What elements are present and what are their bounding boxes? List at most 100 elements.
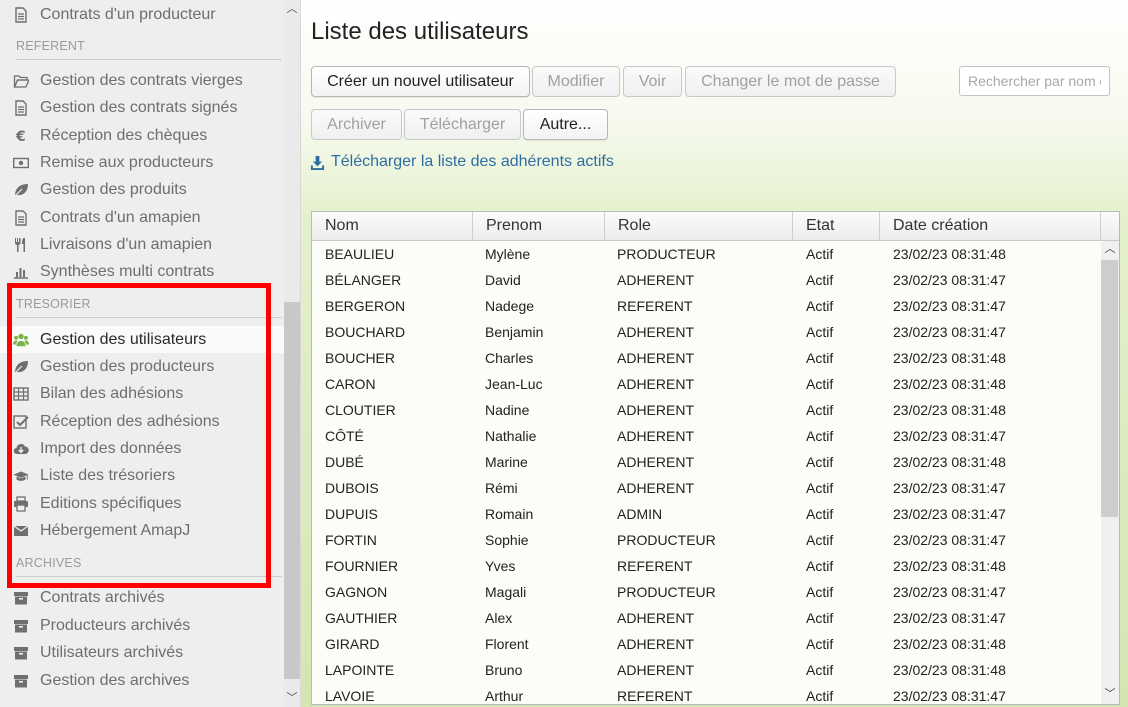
- cell-date-creation: 23/02/23 08:31:48: [893, 454, 1006, 470]
- table-row[interactable]: CLOUTIER Nadine ADHERENT Actif 23/02/23 08:3…: [312, 397, 1102, 423]
- table-row[interactable]: CARON Jean-Luc ADHERENT Actif 23/02/23 08:31…: [312, 371, 1102, 397]
- table-row[interactable]: BOUCHARD Benjamin ADHERENT Actif 23/02/23 08…: [312, 319, 1102, 345]
- sidebar-item-label: Gestion des contrats vierges: [40, 71, 243, 89]
- sidebar-scroll-down-icon[interactable]: ﹀: [286, 692, 298, 704]
- sidebar-item-label: Gestion des produits: [40, 180, 187, 198]
- cell-role: ADHERENT: [617, 376, 695, 392]
- leaf-icon: [0, 359, 34, 375]
- cell-nom: BÉLANGER: [325, 272, 402, 288]
- sidebar-item-label: Contrats d'un amapien: [40, 208, 201, 226]
- cell-prenom: Nathalie: [485, 428, 537, 444]
- table-row[interactable]: FORTIN Sophie PRODUCTEUR Actif 23/02/23 08:3…: [312, 527, 1102, 553]
- cell-role: PRODUCTEUR: [617, 532, 716, 548]
- cell-prenom: Florent: [485, 636, 529, 652]
- table-row[interactable]: LAVOIE Arthur REFERENT Actif 23/02/23 08:31:…: [312, 683, 1102, 704]
- sidebar-item-gestion-des-produits[interactable]: Gestion des produits: [0, 176, 284, 203]
- column-header-date-creation[interactable]: Date création: [880, 212, 1101, 240]
- sidebar-scroll-up-icon[interactable]: ︿: [286, 3, 298, 15]
- cell-etat: Actif: [806, 272, 834, 288]
- sidebar-item-producteurs-archives[interactable]: Producteurs archivés: [0, 612, 284, 639]
- sidebar-item-gestion-des-producteurs[interactable]: Gestion des producteurs: [0, 353, 284, 380]
- table-row[interactable]: GAUTHIER Alex ADHERENT Actif 23/02/23 08:31:…: [312, 605, 1102, 631]
- cell-prenom: Nadege: [485, 298, 535, 314]
- table-row[interactable]: GAGNON Magali PRODUCTEUR Actif 23/02/23 08:3…: [312, 579, 1102, 605]
- sidebar-item-label: Contrats archivés: [40, 588, 165, 606]
- modifier-button[interactable]: Modifier: [532, 66, 620, 97]
- table-row[interactable]: DUPUIS Romain ADMIN Actif 23/02/23 08:31:47: [312, 501, 1102, 527]
- download-active-members-link[interactable]: Télécharger la liste des adhérents actif…: [310, 153, 614, 171]
- table-row[interactable]: BEAULIEU Mylène PRODUCTEUR Actif 23/02/23 08…: [312, 241, 1102, 267]
- sidebar-item-label: Réception des chèques: [40, 126, 208, 144]
- sidebar-item-label: Remise aux producteurs: [40, 153, 214, 171]
- sidebar-item-editions-specifiques[interactable]: Editions spécifiques: [0, 490, 284, 517]
- cell-nom: DUBÉ: [325, 454, 364, 470]
- cell-etat: Actif: [806, 688, 834, 704]
- sidebar-item-gestion-des-contrats-vierges[interactable]: Gestion des contrats vierges: [0, 67, 284, 94]
- table-row[interactable]: LAPOINTE Bruno ADHERENT Actif 23/02/23 08:31…: [312, 657, 1102, 683]
- sidebar-item-label: Utilisateurs archivés: [40, 643, 184, 661]
- autre-button[interactable]: Autre...: [523, 109, 608, 140]
- cell-etat: Actif: [806, 480, 834, 496]
- money-icon: [0, 155, 34, 171]
- sidebar-item-gestion-des-utilisateurs[interactable]: Gestion des utilisateurs: [0, 326, 284, 353]
- cell-nom: LAPOINTE: [325, 662, 395, 678]
- sidebar-section-archives: ARCHIVES: [16, 556, 82, 570]
- telecharger-button[interactable]: Télécharger: [404, 109, 521, 140]
- sidebar-item-hebergement-amapj[interactable]: Hébergement AmapJ: [0, 517, 284, 544]
- sidebar-item-livraisons-d-un-amapien[interactable]: Livraisons d'un amapien: [0, 231, 284, 258]
- archiver-button[interactable]: Archiver: [311, 109, 402, 140]
- table-row[interactable]: BERGERON Nadege REFERENT Actif 23/02/23 08:3…: [312, 293, 1102, 319]
- cell-date-creation: 23/02/23 08:31:48: [893, 558, 1006, 574]
- sidebar-item-import-des-donnees[interactable]: Import des données: [0, 435, 284, 462]
- cell-date-creation: 23/02/23 08:31:47: [893, 688, 1006, 704]
- sidebar: ︿ ﹀ Contrats d'un producteur REFERENT Gest…: [0, 0, 301, 707]
- sidebar-item-contrats-archives[interactable]: Contrats archivés: [0, 584, 284, 611]
- sidebar-item-gestion-des-contrats-signes[interactable]: Gestion des contrats signés: [0, 94, 284, 121]
- cell-prenom: Marine: [485, 454, 528, 470]
- sidebar-item-liste-des-tresoriers[interactable]: Liste des trésoriers: [0, 462, 284, 489]
- cell-role: REFERENT: [617, 298, 693, 314]
- table-row[interactable]: BÉLANGER David ADHERENT Actif 23/02/23 08:31…: [312, 267, 1102, 293]
- table-row[interactable]: GIRARD Florent ADHERENT Actif 23/02/23 08:31…: [312, 631, 1102, 657]
- sidebar-item-reception-des-cheques[interactable]: € Réception des chèques: [0, 122, 284, 149]
- table-scroll-up-icon[interactable]: ︿: [1104, 243, 1116, 255]
- file-icon: [0, 209, 34, 226]
- cell-date-creation: 23/02/23 08:31:48: [893, 350, 1006, 366]
- sidebar-item-utilisateurs-archives[interactable]: Utilisateurs archivés: [0, 639, 284, 666]
- column-header-role[interactable]: Role: [605, 212, 793, 240]
- creer-un-nouvel-utilisateur-button[interactable]: Créer un nouvel utilisateur: [311, 66, 530, 97]
- cell-nom: GIRARD: [325, 636, 380, 652]
- cell-date-creation: 23/02/23 08:31:48: [893, 636, 1006, 652]
- table-row[interactable]: CÔTÉ Nathalie ADHERENT Actif 23/02/23 08:31:…: [312, 423, 1102, 449]
- column-header-prenom[interactable]: Prenom: [473, 212, 605, 240]
- sidebar-item-contrats-d-un-amapien[interactable]: Contrats d'un amapien: [0, 204, 284, 231]
- sidebar-item-remise-aux-producteurs[interactable]: Remise aux producteurs: [0, 149, 284, 176]
- sidebar-item-bilan-des-adhesions[interactable]: Bilan des adhésions: [0, 380, 284, 407]
- table-scroll-down-icon[interactable]: ﹀: [1104, 688, 1116, 700]
- cell-nom: CARON: [325, 376, 376, 392]
- column-header-nom[interactable]: Nom: [312, 212, 473, 240]
- voir-button[interactable]: Voir: [623, 66, 682, 97]
- sidebar-item-gestion-des-archives[interactable]: Gestion des archives: [0, 667, 284, 694]
- table-scrollbar-thumb[interactable]: [1101, 260, 1118, 517]
- sidebar-scrollbar-thumb[interactable]: [284, 302, 300, 679]
- search-input[interactable]: [959, 66, 1110, 96]
- changer-le-mot-de-passe-button[interactable]: Changer le mot de passe: [685, 66, 896, 97]
- table-row[interactable]: DUBOIS Rémi ADHERENT Actif 23/02/23 08:31:47: [312, 475, 1102, 501]
- table-row[interactable]: DUBÉ Marine ADHERENT Actif 23/02/23 08:31:48: [312, 449, 1102, 475]
- leaf-icon: [0, 182, 34, 198]
- users-icon: [0, 332, 34, 348]
- cell-prenom: Sophie: [485, 532, 529, 548]
- cell-nom: CÔTÉ: [325, 428, 364, 444]
- column-header-etat[interactable]: Etat: [793, 212, 880, 240]
- sidebar-item-syntheses-multi-contrats[interactable]: Synthèses multi contrats: [0, 258, 284, 285]
- cell-nom: BEAULIEU: [325, 246, 395, 262]
- sidebar-item-label: Gestion des producteurs: [40, 357, 215, 375]
- sidebar-item-contrats-d-un-producteur[interactable]: Contrats d'un producteur: [0, 1, 284, 28]
- cell-etat: Actif: [806, 610, 834, 626]
- archive-icon: [0, 618, 34, 634]
- cell-nom: FOURNIER: [325, 558, 399, 574]
- table-row[interactable]: FOURNIER Yves REFERENT Actif 23/02/23 08:31:…: [312, 553, 1102, 579]
- table-row[interactable]: BOUCHER Charles ADHERENT Actif 23/02/23 08:3…: [312, 345, 1102, 371]
- sidebar-item-reception-des-adhesions[interactable]: Réception des adhésions: [0, 408, 284, 435]
